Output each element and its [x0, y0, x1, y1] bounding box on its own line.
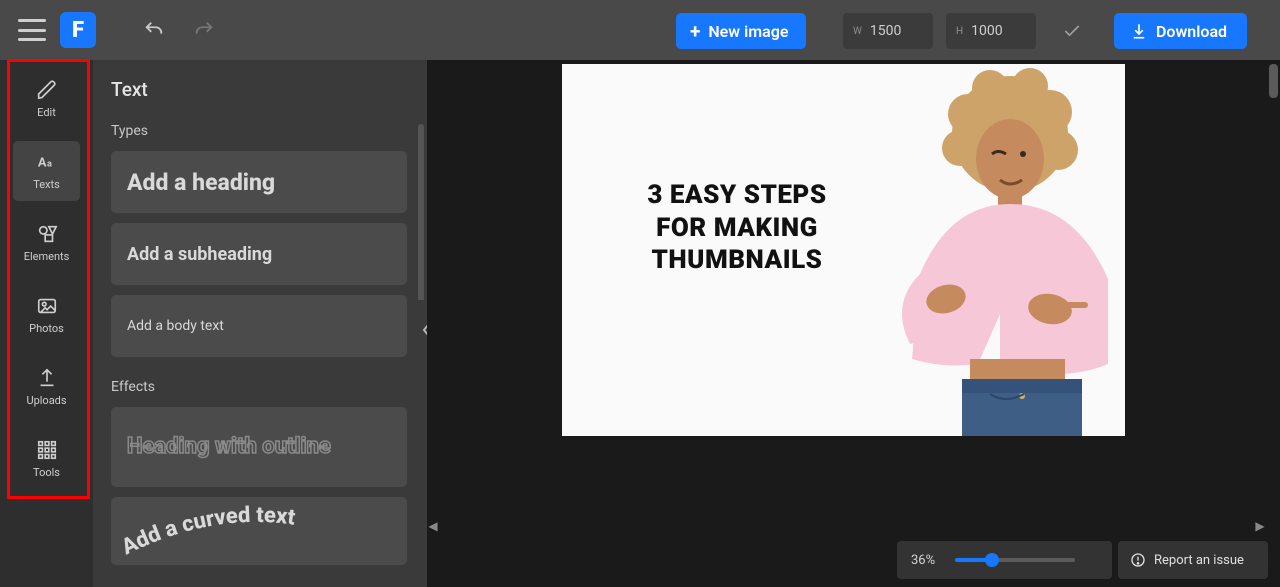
rail-item-uploads[interactable]: Uploads	[13, 357, 80, 417]
effects-label: Effects	[111, 379, 407, 395]
rail-item-tools[interactable]: Tools	[13, 429, 80, 489]
effect-outline-card[interactable]: Heading with outline	[111, 407, 407, 487]
grid-icon	[36, 439, 58, 461]
panel-title: Text	[111, 78, 407, 101]
brand-letter: F	[72, 18, 84, 43]
text-panel: Text Types Add a heading Add a subheadin…	[93, 60, 427, 587]
rail-label: Tools	[33, 466, 60, 479]
left-rail: Edit Aa Texts Elements Photos Uploads To…	[0, 60, 93, 587]
zoom-status: 36%	[897, 541, 1112, 579]
add-heading-card[interactable]: Add a heading	[111, 151, 407, 213]
plus-icon: +	[690, 20, 700, 43]
redo-button[interactable]	[184, 10, 224, 50]
shapes-icon	[36, 223, 58, 245]
canvas-scrollbar-vertical[interactable]	[1266, 60, 1280, 520]
height-value: 1000	[971, 23, 1002, 39]
photo-icon	[36, 295, 58, 317]
add-subheading-card[interactable]: Add a subheading	[111, 223, 407, 285]
top-bar: F + New image W 1500 H 1000 Download	[0, 0, 1280, 60]
width-prefix: W	[853, 26, 862, 37]
pencil-icon	[36, 79, 58, 101]
zoom-value: 36%	[911, 553, 935, 568]
person-graphic	[850, 64, 1125, 436]
new-image-button[interactable]: + New image	[676, 13, 806, 49]
rail-item-texts[interactable]: Aa Texts	[13, 141, 80, 201]
zoom-slider-knob[interactable]	[985, 553, 999, 567]
effect-outline-text: Heading with outline	[127, 435, 331, 459]
rail-item-photos[interactable]: Photos	[13, 285, 80, 345]
width-input[interactable]: W 1500	[843, 13, 933, 49]
panel-scrollbar[interactable]	[418, 124, 424, 324]
rail-item-elements[interactable]: Elements	[13, 213, 80, 273]
svg-text:Add a curved text: Add a curved text	[118, 503, 297, 560]
height-prefix: H	[956, 26, 963, 37]
download-icon	[1130, 22, 1148, 40]
add-body-card[interactable]: Add a body text	[111, 295, 407, 357]
types-label: Types	[111, 123, 407, 139]
rail-label: Photos	[29, 322, 64, 335]
redo-icon	[193, 19, 215, 41]
scroll-left-icon[interactable]: ◀	[427, 519, 439, 533]
brand-logo[interactable]: F	[60, 12, 96, 48]
rail-label: Elements	[24, 250, 70, 263]
rail-item-edit[interactable]: Edit	[13, 69, 80, 129]
artboard-text[interactable]: 3 EASY STEPS FOR MAKING THUMBNAILS	[592, 179, 882, 277]
apply-dimensions-button[interactable]	[1054, 13, 1090, 49]
height-input[interactable]: H 1000	[946, 13, 1036, 49]
upload-icon	[36, 367, 58, 389]
new-image-label: New image	[708, 22, 788, 41]
svg-text:a: a	[47, 160, 52, 170]
artboard-text-line1: 3 EASY STEPS	[592, 179, 882, 212]
artboard-text-line2: FOR MAKING	[592, 212, 882, 245]
report-label: Report an issue	[1154, 553, 1244, 568]
scroll-right-icon[interactable]: ▶	[1254, 519, 1266, 533]
rail-label: Texts	[33, 178, 60, 191]
zoom-slider[interactable]	[955, 558, 1075, 562]
undo-icon	[143, 19, 165, 41]
rail-label: Uploads	[26, 394, 66, 407]
menu-button[interactable]	[18, 19, 46, 41]
check-icon	[1062, 21, 1082, 41]
download-label: Download	[1156, 22, 1227, 41]
text-icon: Aa	[36, 151, 58, 173]
artboard-text-line3: THUMBNAILS	[592, 244, 882, 277]
rail-label: Edit	[37, 106, 56, 119]
svg-text:A: A	[37, 156, 46, 171]
download-button[interactable]: Download	[1114, 13, 1247, 49]
artboard[interactable]: 3 EASY STEPS FOR MAKING THUMBNAILS	[562, 64, 1125, 436]
alert-icon	[1130, 552, 1146, 568]
canvas-area: 3 EASY STEPS FOR MAKING THUMBNAILS	[427, 60, 1280, 587]
curved-text-icon: Add a curved text	[111, 497, 401, 565]
width-value: 1500	[870, 23, 901, 39]
canvas-scrollbar-horizontal[interactable]: ◀ ▶	[427, 519, 1266, 533]
report-issue-button[interactable]: Report an issue	[1118, 541, 1268, 579]
undo-button[interactable]	[134, 10, 174, 50]
effect-curved-card[interactable]: Add a curved text	[111, 497, 407, 565]
